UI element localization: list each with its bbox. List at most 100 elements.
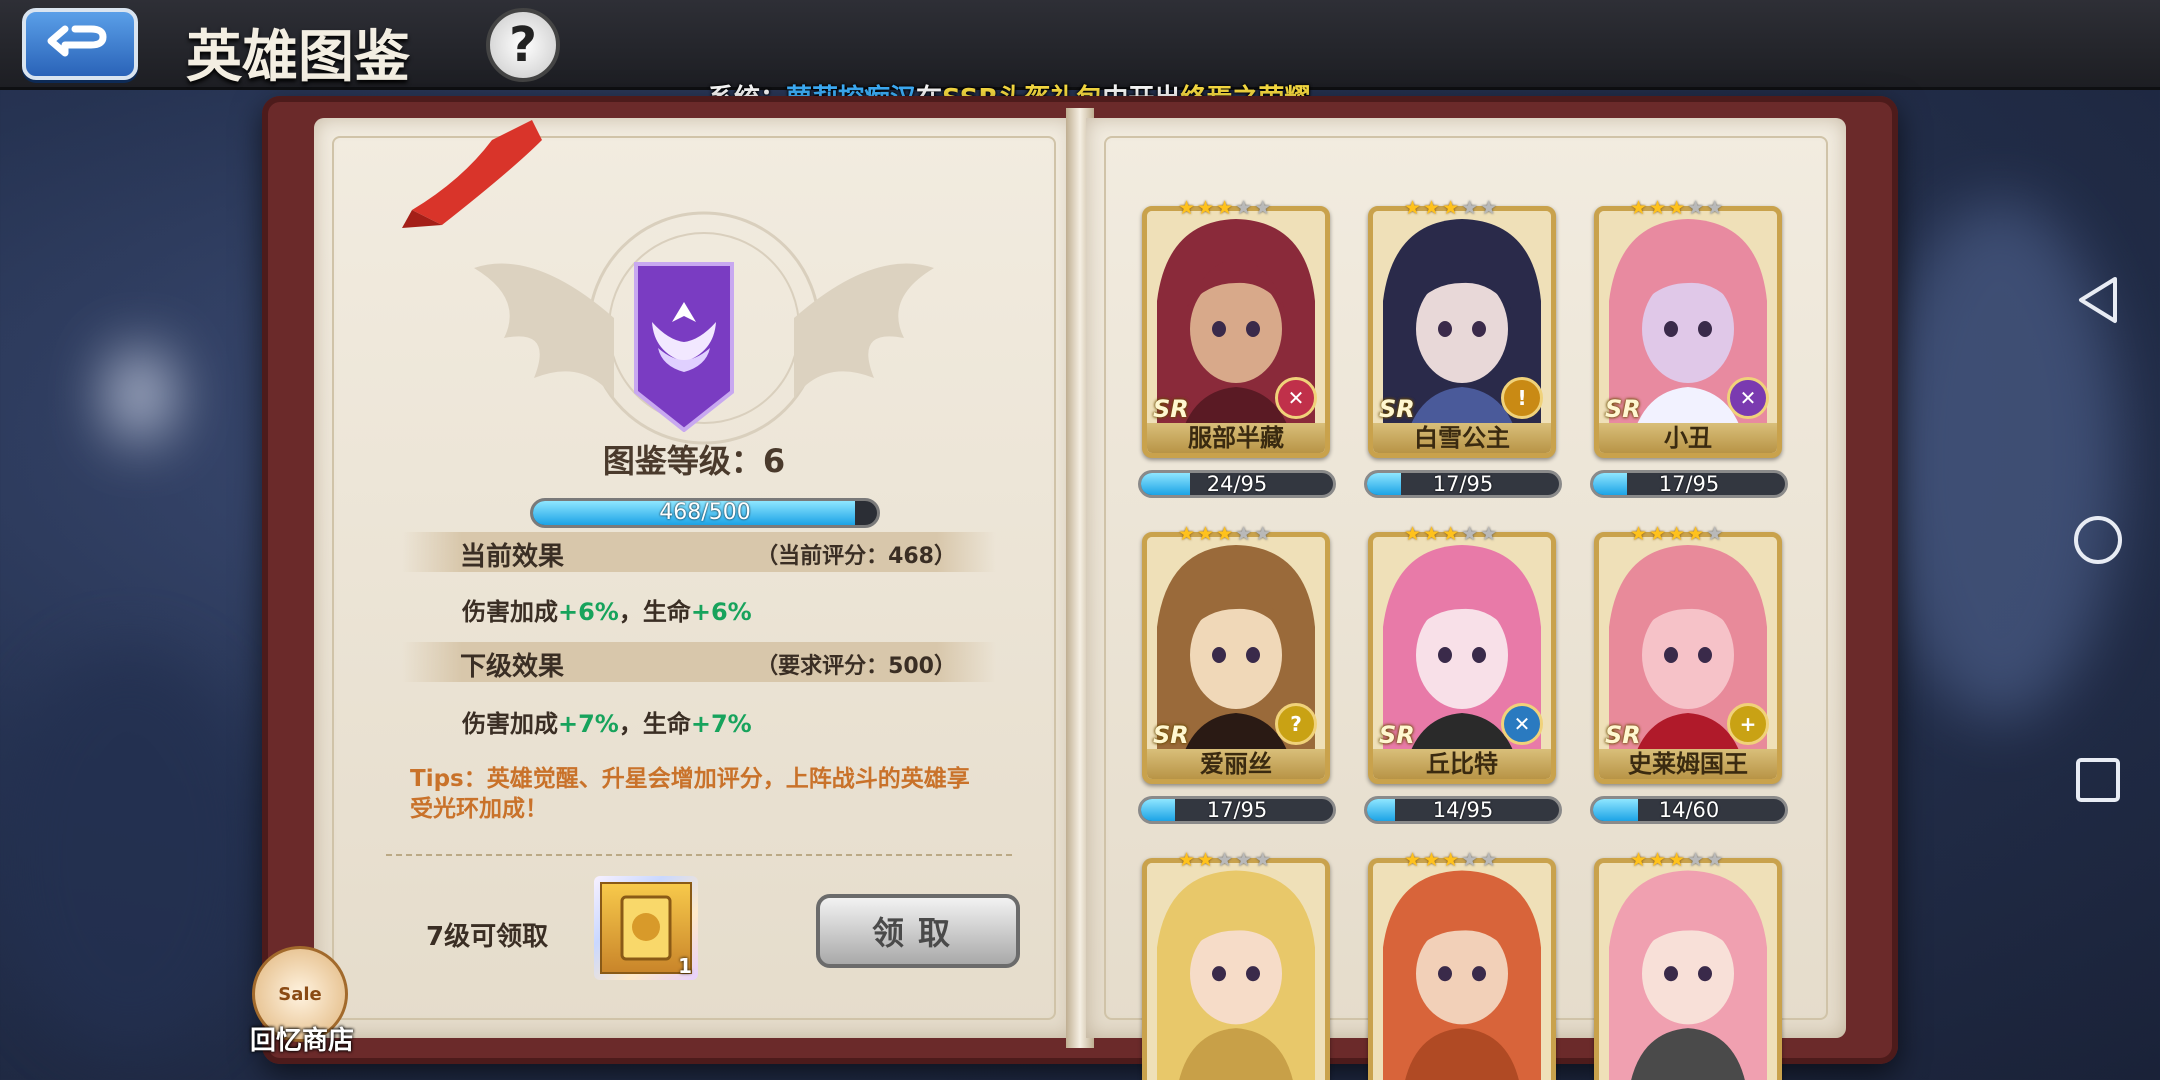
current-score: （当前评分：468） xyxy=(756,544,956,569)
hero-card[interactable]: ★ ★ ★ ★ ★ SR ✕ 丘比特 xyxy=(1368,524,1556,784)
star-icon: ★ xyxy=(1254,197,1272,219)
star-icon: ★ xyxy=(1668,849,1686,871)
hero-card[interactable]: ★ ★ ★ ★ ★ xyxy=(1368,850,1556,1080)
star-icon: ★ xyxy=(1649,197,1667,219)
rarity-badge: SR xyxy=(1605,395,1641,423)
hero-portrait-frame: SR ✕ 丘比特 xyxy=(1368,532,1556,784)
back-button[interactable] xyxy=(22,8,138,80)
separator: ， xyxy=(618,598,643,626)
star-icon: ★ xyxy=(1706,197,1724,219)
hero-card[interactable]: ★ ★ ★ ★ ★ xyxy=(1142,850,1330,1080)
reward-requirement-label: 7级可领取 xyxy=(426,922,549,952)
star-icon: ★ xyxy=(1254,849,1272,871)
star-icon: ★ xyxy=(1461,523,1479,545)
star-icon: ★ xyxy=(1404,197,1422,219)
hero-name: 服部半藏 xyxy=(1147,423,1325,453)
star-icon: ★ xyxy=(1197,197,1215,219)
next-effect-header: 下级效果 （要求评分：500） xyxy=(402,642,996,682)
claim-button[interactable]: 领取 xyxy=(816,894,1020,968)
star-rating: ★ ★ ★ ★ ★ xyxy=(1404,524,1497,544)
reward-item[interactable]: 1 xyxy=(594,876,698,980)
hero-portrait xyxy=(1599,863,1777,1080)
square-recents-icon[interactable] xyxy=(2068,750,2128,810)
swords-icon: ✕ xyxy=(1727,377,1769,419)
left-page: 图鉴等级：6 468/500 当前效果 （当前评分：468） 伤害加成+6%，生… xyxy=(314,118,1074,1038)
star-icon: ★ xyxy=(1480,197,1498,219)
hero-fragment-progress: 17/95 xyxy=(1590,470,1788,498)
star-icon: ★ xyxy=(1630,197,1648,219)
triangle-back-icon[interactable] xyxy=(2068,270,2128,330)
progress-text: 17/95 xyxy=(1206,798,1268,822)
background-shade xyxy=(0,650,260,1050)
star-icon: ★ xyxy=(1442,849,1460,871)
star-icon: ★ xyxy=(1480,849,1498,871)
hero-card[interactable]: ★ ★ ★ ★ ★ SR ✕ 小丑 xyxy=(1594,198,1782,458)
circle-home-icon[interactable] xyxy=(2068,510,2128,570)
hero-portrait xyxy=(1373,863,1551,1080)
exp-text: 468/500 xyxy=(659,500,751,525)
star-icon: ★ xyxy=(1197,523,1215,545)
star-icon: ★ xyxy=(1442,523,1460,545)
tips-text: Tips：英雄觉醒、升星会增加评分，上阵战斗的英雄享受光环加成！ xyxy=(410,766,970,822)
shield-icon: ! xyxy=(1501,377,1543,419)
progress-text: 17/95 xyxy=(1432,472,1494,496)
hero-card[interactable]: ★ ★ ★ ★ ★ SR + 史莱姆国王 xyxy=(1594,524,1782,784)
hero-portrait-frame xyxy=(1368,858,1556,1080)
hero-fragment-progress: 14/95 xyxy=(1364,796,1562,824)
star-icon: ★ xyxy=(1461,849,1479,871)
page-title: 英雄图鉴 xyxy=(186,24,410,90)
stat-label: 生命 xyxy=(642,598,691,626)
star-rating: ★ ★ ★ ★ ★ xyxy=(1630,850,1723,870)
hero-portrait-frame: SR ✕ 服部半藏 xyxy=(1142,206,1330,458)
current-effect-title: 当前效果 xyxy=(460,542,565,572)
progress-text: 14/95 xyxy=(1432,798,1494,822)
right-page: ★ ★ ★ ★ ★ SR ✕ 服部半藏 24/95 ★ ★ ★ ★ ★ SR! 白雪公主 17/95 ★ ★ ★ ★ ★ S… xyxy=(1086,118,1846,1080)
star-icon: ★ xyxy=(1630,523,1648,545)
star-icon: ★ xyxy=(1404,523,1422,545)
rarity-badge: SR xyxy=(1379,395,1415,423)
star-rating: ★ ★ ★ ★ ★ xyxy=(1404,850,1497,870)
hero-card[interactable]: ★ ★ ★ ★ ★ SR? 爱丽丝 xyxy=(1142,524,1330,784)
hero-name: 史莱姆国王 xyxy=(1599,749,1777,779)
progress-text: 24/95 xyxy=(1206,472,1268,496)
hero-fragment-progress: 17/95 xyxy=(1364,470,1562,498)
hero-card[interactable]: ★ ★ ★ ★ ★ xyxy=(1594,850,1782,1080)
codex-book: 图鉴等级：6 468/500 当前效果 （当前评分：468） 伤害加成+6%，生… xyxy=(262,96,1898,1080)
star-icon: ★ xyxy=(1649,523,1667,545)
question-icon: ? xyxy=(1275,703,1317,745)
next-effect-values: 伤害加成+7%，生命+7% xyxy=(462,704,752,739)
stat-label: 生命 xyxy=(642,710,691,738)
current-effect-header: 当前效果 （当前评分：468） xyxy=(402,532,996,572)
star-icon: ★ xyxy=(1216,523,1234,545)
star-icon: ★ xyxy=(1687,197,1705,219)
hero-portrait-frame: SR + 史莱姆国王 xyxy=(1594,532,1782,784)
star-icon: ★ xyxy=(1461,197,1479,219)
swords-icon: ✕ xyxy=(1275,377,1317,419)
stat-label: 伤害加成 xyxy=(462,710,558,738)
codex-banner-icon xyxy=(634,262,734,432)
star-icon: ★ xyxy=(1706,849,1724,871)
hero-name: 丘比特 xyxy=(1373,749,1551,779)
sale-badge: Sale xyxy=(278,983,322,1005)
star-icon: ★ xyxy=(1235,523,1253,545)
star-icon: ★ xyxy=(1668,197,1686,219)
hero-name: 爱丽丝 xyxy=(1147,749,1325,779)
star-icon: ★ xyxy=(1178,197,1196,219)
star-icon: ★ xyxy=(1480,523,1498,545)
star-icon: ★ xyxy=(1216,197,1234,219)
divider xyxy=(386,854,1012,856)
star-icon: ★ xyxy=(1442,197,1460,219)
required-score: （要求评分：500） xyxy=(756,654,956,679)
star-icon: ★ xyxy=(1668,523,1686,545)
stat-value: +6% xyxy=(690,598,752,626)
memory-shop-button[interactable]: Sale 回忆商店 xyxy=(246,946,356,1056)
hero-name: 白雪公主 xyxy=(1373,423,1551,453)
star-rating: ★ ★ ★ ★ ★ xyxy=(1178,524,1271,544)
star-icon: ★ xyxy=(1423,849,1441,871)
return-arrow-icon xyxy=(47,25,107,57)
rarity-badge: SR xyxy=(1605,721,1641,749)
hero-card[interactable]: ★ ★ ★ ★ ★ SR! 白雪公主 xyxy=(1368,198,1556,458)
hero-card[interactable]: ★ ★ ★ ★ ★ SR ✕ 服部半藏 xyxy=(1142,198,1330,458)
hero-fragment-progress: 17/95 xyxy=(1138,796,1336,824)
help-button[interactable]: ? xyxy=(486,8,560,82)
